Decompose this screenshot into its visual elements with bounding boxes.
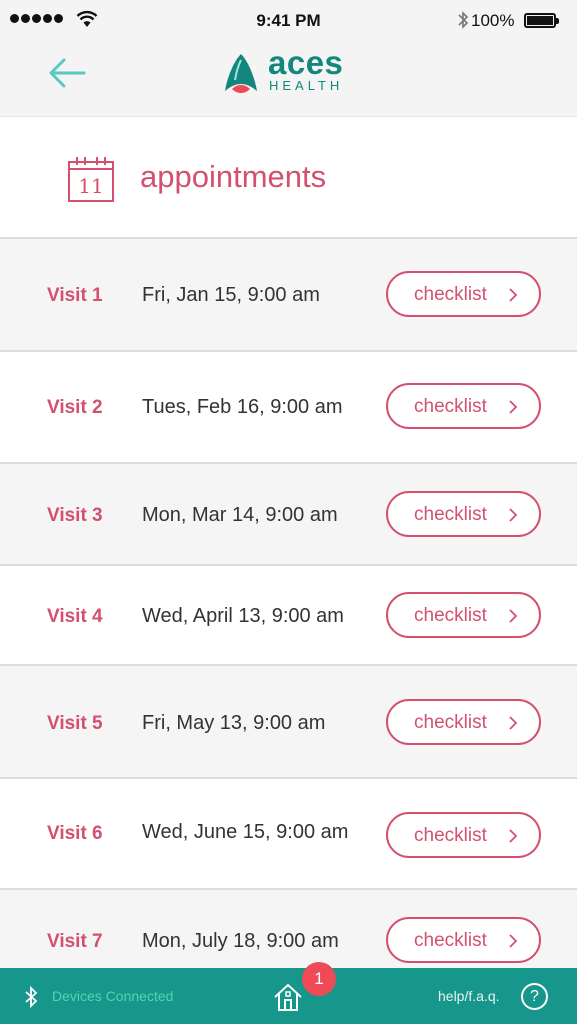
checklist-button[interactable]: checklist [386, 917, 541, 963]
nav-bar: aces HEALTH [0, 40, 577, 117]
help-faq-link[interactable]: help/f.a.q. [438, 988, 500, 1004]
notification-badge: 1 [302, 962, 336, 996]
chevron-right-icon [509, 716, 518, 730]
checklist-button-label: checklist [414, 930, 487, 951]
battery-percent: 100% [471, 11, 515, 30]
status-bar: 9:41 PM 100% [0, 0, 577, 40]
appointment-row: Visit 7 Mon, July 18, 9:00 am checklist [0, 890, 577, 968]
visit-label: Visit 4 [47, 606, 103, 627]
checklist-button[interactable]: checklist [386, 383, 541, 429]
calendar-day: 11 [78, 174, 103, 198]
appointment-row: Visit 6 Wed, June 15, 9:00 am checklist [0, 779, 577, 890]
appointment-row: Visit 4 Wed, April 13, 9:00 am checklist [0, 566, 577, 666]
checklist-button-label: checklist [414, 605, 487, 626]
logo-subtitle: HEALTH [269, 78, 344, 93]
appointment-row: Visit 5 Fri, May 13, 9:00 am checklist [0, 666, 577, 779]
checklist-button[interactable]: checklist [386, 491, 541, 537]
chevron-right-icon [509, 288, 518, 302]
logo-word: aces [268, 44, 344, 81]
visit-label: Visit 5 [47, 713, 103, 734]
chevron-right-icon [509, 400, 518, 414]
checklist-button-label: checklist [414, 825, 487, 846]
checklist-button-label: checklist [414, 504, 487, 525]
page-header: 11 appointments [0, 117, 577, 239]
bluetooth-icon [25, 986, 38, 1008]
visit-date: Wed, April 13, 9:00 am [142, 605, 344, 627]
page-title: appointments [140, 159, 327, 194]
checklist-button[interactable]: checklist [386, 271, 541, 317]
checklist-button[interactable]: checklist [386, 592, 541, 638]
chevron-right-icon [509, 934, 518, 948]
back-arrow-icon [49, 58, 86, 88]
visit-label: Visit 6 [47, 823, 103, 844]
visit-label: Visit 7 [47, 931, 103, 952]
visit-date: Fri, May 13, 9:00 am [142, 712, 326, 734]
devices-connected-status: Devices Connected [52, 988, 174, 1004]
battery-icon [524, 13, 559, 28]
chevron-right-icon [509, 829, 518, 843]
visit-date: Wed, June 15, 9:00 am [142, 821, 349, 843]
home-icon[interactable] [272, 982, 304, 1012]
visit-date: Fri, Jan 15, 9:00 am [142, 284, 320, 306]
bottom-bar: Devices Connected 1 help/f.a.q. ? [0, 962, 577, 1024]
checklist-button-label: checklist [414, 396, 487, 417]
chevron-right-icon [509, 609, 518, 623]
aces-health-logo: aces HEALTH [222, 44, 362, 96]
visit-label: Visit 2 [47, 397, 103, 418]
visit-date: Tues, Feb 16, 9:00 am [142, 396, 343, 418]
checklist-button-label: checklist [414, 712, 487, 733]
appointment-row: Visit 1 Fri, Jan 15, 9:00 am checklist [0, 239, 577, 352]
logo-mark-icon [225, 54, 257, 93]
visit-label: Visit 1 [47, 285, 103, 306]
bluetooth-status-icon [458, 11, 469, 29]
chevron-right-icon [509, 508, 518, 522]
calendar-icon: 11 [68, 157, 114, 202]
appointment-row: Visit 2 Tues, Feb 16, 9:00 am checklist [0, 352, 577, 464]
back-button[interactable] [48, 56, 88, 90]
visit-date: Mon, Mar 14, 9:00 am [142, 504, 338, 526]
checklist-button[interactable]: checklist [386, 812, 541, 858]
visit-label: Visit 3 [47, 505, 103, 526]
checklist-button[interactable]: checklist [386, 699, 541, 745]
appointment-row: Visit 3 Mon, Mar 14, 9:00 am checklist [0, 464, 577, 566]
visit-date: Mon, July 18, 9:00 am [142, 930, 339, 952]
help-icon[interactable]: ? [521, 983, 548, 1010]
checklist-button-label: checklist [414, 284, 487, 305]
